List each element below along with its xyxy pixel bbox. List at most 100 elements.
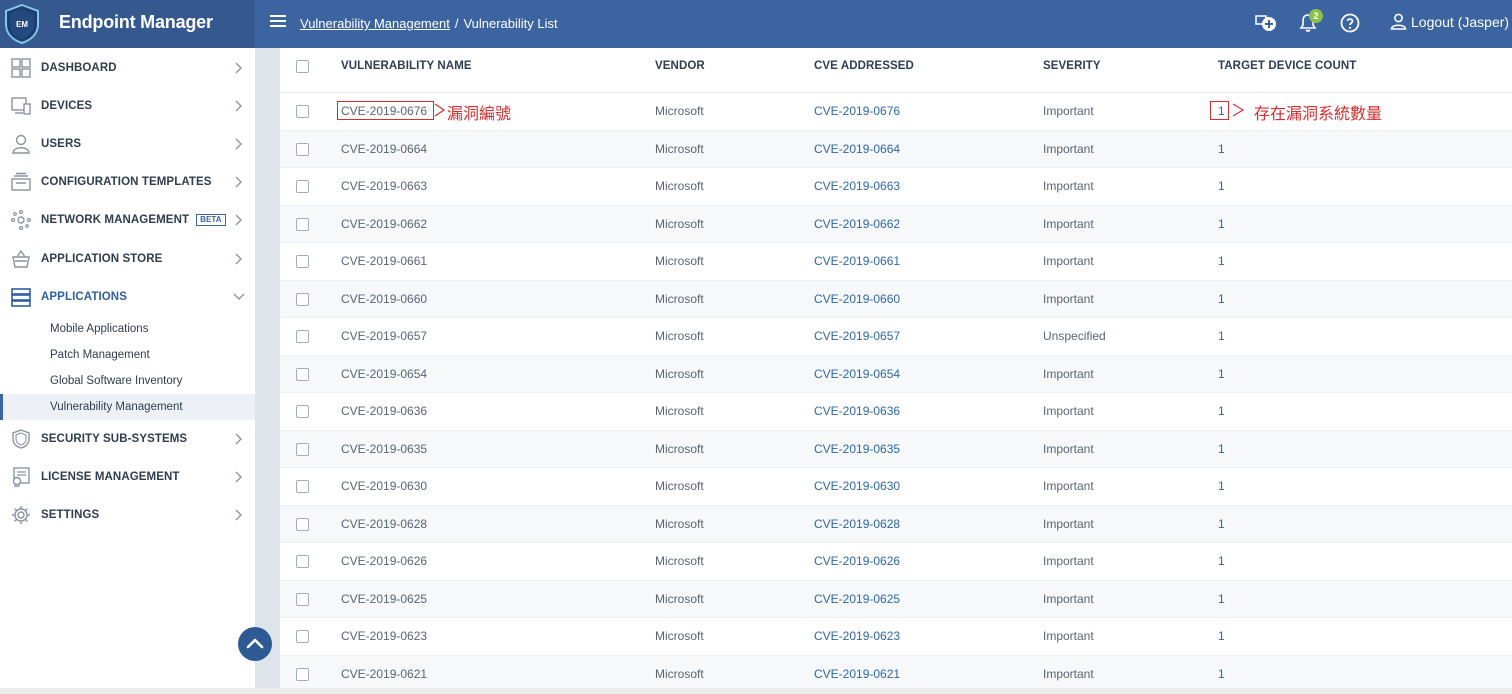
cve-link[interactable]: CVE-2019-0636 — [814, 404, 900, 418]
breadcrumb-link-vulnerability-management[interactable]: Vulnerability Management — [300, 16, 450, 31]
cve-link[interactable]: CVE-2019-0664 — [814, 142, 900, 156]
sidebar-subitem-global-software-inventory[interactable]: Global Software Inventory — [0, 368, 255, 394]
sidebar-item-settings[interactable]: SETTINGS — [0, 496, 255, 534]
target-device-count-link[interactable]: 1 — [1218, 592, 1225, 606]
row-checkbox[interactable] — [296, 405, 309, 418]
cve-link[interactable]: CVE-2019-0630 — [814, 479, 900, 493]
table-row[interactable]: CVE-2019-0663 Microsoft CVE-2019-0663 Impor… — [280, 168, 1512, 206]
sidebar-subitem-label: Vulnerability Management — [50, 401, 183, 413]
sidebar-subitem-mobile-applications[interactable]: Mobile Applications — [0, 316, 255, 342]
target-device-count-link[interactable]: 1 — [1218, 629, 1225, 643]
brand[interactable]: EM Endpoint Manager — [0, 0, 255, 48]
table-header: VULNERABILITY NAME VENDOR CVE ADDRESSED … — [280, 48, 1512, 93]
table-row[interactable]: CVE-2019-0654 Microsoft CVE-2019-0654 Impor… — [280, 355, 1512, 393]
sidebar-item-users[interactable]: USERS — [0, 125, 255, 163]
cve-link[interactable]: CVE-2019-0654 — [814, 367, 900, 381]
sidebar-item-applications[interactable]: APPLICATIONS — [0, 278, 255, 316]
logout-button[interactable]: Logout (Jasper) — [1390, 13, 1509, 30]
logo-text: EM — [16, 20, 28, 29]
target-device-count-link[interactable]: 1 — [1218, 254, 1225, 268]
target-device-count-link[interactable]: 1 — [1218, 479, 1225, 493]
target-device-count-link[interactable]: 1 — [1218, 217, 1225, 231]
annotation-label-name: 漏洞編號 — [447, 106, 512, 123]
row-checkbox[interactable] — [296, 480, 309, 493]
row-checkbox[interactable] — [296, 630, 309, 643]
target-device-count-link[interactable]: 1 — [1218, 667, 1225, 681]
target-device-count-link[interactable]: 1 — [1218, 404, 1225, 418]
table-row[interactable]: CVE-2019-0660 Microsoft CVE-2019-0660 Impor… — [280, 280, 1512, 318]
target-device-count-link[interactable]: 1 — [1218, 292, 1225, 306]
column-header-cve-addressed[interactable]: CVE ADDRESSED — [814, 60, 914, 72]
table-row[interactable]: CVE-2019-0625 Microsoft CVE-2019-0625 Impor… — [280, 580, 1512, 618]
vulnerability-name-cell: CVE-2019-0661 — [341, 254, 428, 268]
table-row[interactable]: CVE-2019-0628 Microsoft CVE-2019-0628 Impor… — [280, 505, 1512, 543]
cve-link[interactable]: CVE-2019-0676 — [814, 104, 900, 118]
sidebar-subitem-label: Patch Management — [50, 349, 150, 361]
vendor-cell: Microsoft — [655, 329, 704, 343]
help-icon[interactable] — [1340, 13, 1360, 33]
target-device-count-link[interactable]: 1 — [1218, 179, 1225, 193]
row-checkbox[interactable] — [296, 217, 309, 231]
cve-link[interactable]: CVE-2019-0621 — [814, 667, 900, 681]
chevron-right-icon — [235, 509, 242, 521]
chevron-right-icon — [235, 176, 242, 188]
row-checkbox[interactable] — [296, 142, 309, 156]
cve-link[interactable]: CVE-2019-0625 — [814, 592, 900, 606]
column-header-vulnerability-name[interactable]: VULNERABILITY NAME — [341, 60, 472, 72]
row-checkbox[interactable] — [296, 105, 309, 118]
table-row[interactable]: CVE-2019-0661 Microsoft CVE-2019-0661 Impor… — [280, 243, 1512, 281]
severity-cell: Important — [1043, 479, 1094, 493]
sidebar-item-dashboard[interactable]: DASHBOARD — [0, 49, 255, 87]
target-device-count-link[interactable]: 1 — [1218, 367, 1225, 381]
row-checkbox[interactable] — [296, 180, 309, 193]
cve-link[interactable]: CVE-2019-0661 — [814, 254, 900, 268]
table-row[interactable]: CVE-2019-0664 Microsoft CVE-2019-0664 Impor… — [280, 130, 1512, 168]
scroll-to-top-button[interactable] — [238, 627, 272, 661]
row-checkbox[interactable] — [296, 292, 309, 306]
column-header-target-device-count[interactable]: TARGET DEVICE COUNT — [1218, 60, 1356, 72]
menu-toggle-icon[interactable] — [270, 15, 286, 31]
row-checkbox[interactable] — [296, 517, 309, 531]
table-row[interactable]: CVE-2019-0635 Microsoft CVE-2019-0635 Impor… — [280, 430, 1512, 468]
row-checkbox[interactable] — [296, 330, 309, 343]
cve-link[interactable]: CVE-2019-0660 — [814, 292, 900, 306]
table-row[interactable]: CVE-2019-0636 Microsoft CVE-2019-0636 Impor… — [280, 393, 1512, 431]
select-all-checkbox[interactable] — [296, 60, 309, 73]
table-row[interactable]: CVE-2019-0662 Microsoft CVE-2019-0662 Impor… — [280, 205, 1512, 243]
table-row[interactable]: CVE-2019-0623 Microsoft CVE-2019-0623 Impor… — [280, 618, 1512, 656]
row-checkbox[interactable] — [296, 367, 309, 381]
cve-link[interactable]: CVE-2019-0657 — [814, 329, 900, 343]
cve-link[interactable]: CVE-2019-0628 — [814, 517, 900, 531]
sidebar-subitem-patch-management[interactable]: Patch Management — [0, 342, 255, 368]
row-checkbox[interactable] — [296, 255, 309, 268]
cve-link[interactable]: CVE-2019-0635 — [814, 442, 900, 456]
row-checkbox[interactable] — [296, 442, 309, 456]
column-header-vendor[interactable]: VENDOR — [655, 60, 705, 72]
cve-link[interactable]: CVE-2019-0662 — [814, 217, 900, 231]
row-checkbox[interactable] — [296, 555, 309, 568]
sidebar-subitem-vulnerability-management[interactable]: Vulnerability Management — [0, 394, 255, 420]
row-checkbox[interactable] — [296, 592, 309, 606]
row-checkbox[interactable] — [296, 667, 309, 681]
table-row[interactable]: CVE-2019-0657 Microsoft CVE-2019-0657 Unspe… — [280, 318, 1512, 356]
table-row[interactable]: CVE-2019-0626 Microsoft CVE-2019-0626 Impor… — [280, 543, 1512, 581]
target-device-count-link[interactable]: 1 — [1218, 142, 1225, 156]
vendor-cell: Microsoft — [655, 591, 704, 606]
target-device-count-link[interactable]: 1 — [1218, 442, 1225, 456]
target-device-count-link[interactable]: 1 — [1218, 517, 1225, 531]
column-header-severity[interactable]: SEVERITY — [1043, 60, 1101, 72]
sidebar-item-security-sub-systems[interactable]: SECURITY SUB-SYSTEMS — [0, 420, 255, 458]
vulnerability-name-cell: CVE-2019-0628 — [341, 516, 428, 531]
sidebar-item-network-management[interactable]: NETWORK MANAGEMENT BETA — [0, 201, 255, 239]
vendor-cell: Microsoft — [655, 516, 704, 531]
sidebar-item-license-management[interactable]: LICENSE MANAGEMENT — [0, 458, 255, 496]
sidebar-item-application-store[interactable]: APPLICATION STORE — [0, 240, 255, 278]
sidebar-item-devices[interactable]: DEVICES — [0, 87, 255, 125]
sidebar-item-configuration-templates[interactable]: CONFIGURATION TEMPLATES — [0, 163, 255, 201]
add-device-icon[interactable] — [1255, 13, 1277, 33]
cve-link[interactable]: CVE-2019-0626 — [814, 554, 900, 568]
target-device-count-link[interactable]: 1 — [1218, 554, 1225, 568]
cve-link[interactable]: CVE-2019-0623 — [814, 629, 900, 643]
cve-link[interactable]: CVE-2019-0663 — [814, 179, 900, 193]
table-row[interactable]: CVE-2019-0630 Microsoft CVE-2019-0630 Impor… — [280, 468, 1512, 506]
